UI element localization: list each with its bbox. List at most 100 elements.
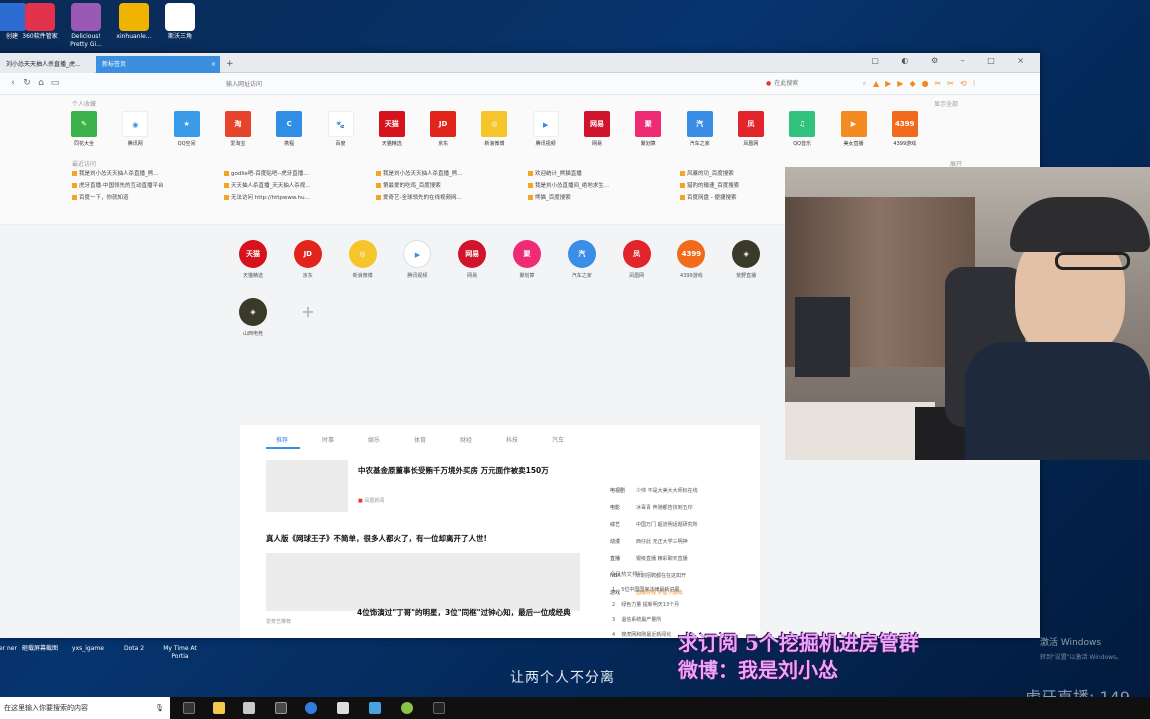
side-row[interactable]: 电影 冰毒青 奔驰都告找到五印 [610, 504, 693, 511]
favorite-site[interactable]: C 携程 [267, 111, 311, 147]
news-thumb[interactable] [266, 460, 348, 512]
desktop-icon[interactable]: 斯沃三角 [158, 3, 202, 41]
task-view-icon[interactable] [183, 702, 195, 714]
app-shortcut[interactable]: JD 京东 [283, 240, 333, 279]
app-shortcut[interactable]: 凤凤凰网 [612, 240, 662, 279]
news-tab[interactable]: 科技 [506, 435, 518, 444]
close-icon[interactable]: × [211, 56, 216, 73]
recent-item[interactable]: 百度一下，你就知道 [72, 193, 129, 201]
side-row[interactable]: 电视剧 少帅 不是大美大大师标在线 [610, 487, 698, 494]
favorite-site[interactable]: 凤凤凰网 [729, 111, 773, 147]
recent-item[interactable]: 第最爱的吃鸡_百度搜索 [376, 181, 441, 189]
app-shortcut[interactable]: ◎ 新浪微博 [338, 240, 388, 279]
app-shortcut[interactable]: 聚聚划算 [502, 240, 552, 279]
news-title-3[interactable]: 4位饰演过"丁哥"的明星，3位"同框"过钟心知，最后一位成经典 [357, 607, 577, 619]
favorite-site[interactable]: 天猫 天猫精选 [370, 111, 414, 147]
recent-item[interactable]: 百度网盘 - 便捷搜索 [680, 193, 736, 201]
search-engine-icon[interactable]: ● [766, 80, 771, 87]
app-shortcut[interactable]: 网易 网易 [447, 240, 497, 279]
hot-item[interactable]: 1 5位中国国家法律最新进展 [612, 586, 679, 593]
favorite-site[interactable]: 网易 网易 [575, 111, 619, 147]
favorite-site[interactable]: JD 京东 [421, 111, 465, 147]
app-icon[interactable] [369, 702, 381, 714]
news-tab[interactable]: 体育 [414, 435, 426, 444]
doc-icon[interactable] [337, 702, 349, 714]
tab-stream-label: 刘小怂天天抽人杀直播_虎... [6, 61, 81, 68]
desktop-icon[interactable]: yxs_igame [66, 645, 110, 653]
favorite-site[interactable]: ▶ 腾讯视频 [524, 111, 568, 147]
favorite-site[interactable]: ◉ 腾讯网 [113, 111, 157, 147]
news-title-2[interactable]: 真人版《网球王子》不简单，很多人都火了，有一位却离开了人世! [266, 533, 586, 545]
favorite-site[interactable]: ♫ QQ音乐 [780, 111, 824, 147]
side-row[interactable]: 直播 银级直播 精彩聊天直播 [610, 555, 688, 562]
tool-icon[interactable] [433, 702, 445, 714]
recent-item[interactable]: 无法访问 http://httpwww.hu... [224, 193, 310, 201]
search-input[interactable]: ● 在此搜索 ⌕ [766, 77, 866, 91]
extension-icons[interactable]: ▲▶▶◆●✂✂⟲⁝ [873, 79, 981, 88]
desktop-icon[interactable]: 砸载屏幕截图 [18, 645, 62, 653]
favorite-site[interactable]: 聚聚划算 [626, 111, 670, 147]
taskbar-search-input[interactable]: 在这里输入你要搜索的内容 🎙 [0, 697, 170, 719]
recent-item[interactable]: 熊猫_百度搜索 [528, 193, 571, 201]
app-shortcut[interactable]: ◈ 荒野直播 [721, 240, 771, 279]
news-tab[interactable]: 时事 [322, 435, 334, 444]
news-image-2[interactable] [266, 553, 580, 611]
show-all-link[interactable]: 显示全部 [934, 99, 958, 108]
recent-item[interactable]: 欢迎统计_熊猫直播 [528, 169, 582, 177]
tab-stream[interactable]: 刘小怂天天抽人杀直播_虎... [0, 56, 94, 73]
recent-item[interactable]: 我是刘小怂直播间_绝地求生... [528, 181, 609, 189]
mic-icon[interactable]: 🎙 [155, 697, 164, 719]
recent-item[interactable]: 天天抽人杀直播_天天抽人杀视... [224, 181, 311, 189]
address-input[interactable]: 输入网址访问 [226, 79, 262, 88]
hot-item[interactable]: 3 温信系统最产量所 [612, 616, 661, 623]
app-shortcut[interactable]: 4399 4399游戏 [666, 240, 716, 279]
file-explorer-icon[interactable] [213, 702, 225, 714]
back-icon[interactable]: ‹ [8, 78, 18, 88]
side-row[interactable]: 综艺 中国万门 超流明话题研究所 [610, 521, 698, 528]
recent-item[interactable]: 爱奇艺-全球领先的在线视频网... [376, 193, 462, 201]
app-shortcut[interactable]: 天猫 天猫精选 [228, 240, 278, 279]
favorite-site[interactable]: 淘爱淘宝 [216, 111, 260, 147]
game-icon[interactable] [401, 702, 413, 714]
favorite-site[interactable]: 4399 4399游戏 [883, 111, 927, 147]
recent-item[interactable]: godlie吧-百度贴吧--虎牙直播... [224, 169, 309, 177]
tab-new[interactable]: 新标签页 × [96, 56, 220, 73]
news-title-1[interactable]: 中农基金原董事长受贿千万境外买房 万元面作被卖150万 [358, 465, 568, 477]
recent-item[interactable]: 我是刘小怂天天抽人杀直播_熊... [376, 169, 463, 177]
reader-icon[interactable]: ▭ [50, 78, 60, 88]
news-tab[interactable]: 财经 [460, 435, 472, 444]
desktop-icon[interactable]: My Time At Portia [158, 645, 202, 661]
search-icon[interactable]: ⌕ [863, 77, 866, 91]
recent-item[interactable]: 风暴的功_百度搜索 [680, 169, 734, 177]
hot-item[interactable]: 4 搜虎网和刚最近新闻化 [612, 631, 671, 638]
window-controls[interactable]: ▢ ◐ ⚙ – □ × [871, 56, 1034, 65]
browser-task-icon[interactable] [305, 702, 317, 714]
recent-item[interactable]: 我是刘小怂天天抽人杀直播_熊... [72, 169, 159, 177]
app-shortcut[interactable]: ◈ 山西电竞 [228, 298, 278, 337]
desktop-icon[interactable]: Delicious! Pretty Gi... [64, 3, 108, 49]
favorite-site[interactable]: 🐾 百度 [319, 111, 363, 147]
favorite-site[interactable]: ▶ 美女直播 [832, 111, 876, 147]
favorite-site[interactable]: ★ QQ空间 [165, 111, 209, 147]
add-app-button[interactable]: + [283, 298, 333, 330]
desktop-icon[interactable]: 360软件管家 [18, 3, 62, 41]
recent-item[interactable]: 虎牙直播-中国领先的互动直播平台 [72, 181, 164, 189]
home-icon[interactable]: ⌂ [36, 78, 46, 88]
news-tab[interactable]: 推荐 [276, 435, 288, 444]
side-row[interactable]: 动漫 西仔此 无正大学三明神 [610, 538, 688, 545]
desktop-icon[interactable]: xinhuanle... [112, 3, 156, 41]
favorite-site[interactable]: ✎ 同花大全 [62, 111, 106, 147]
news-tab[interactable]: 汽车 [552, 435, 564, 444]
app-shortcut[interactable]: ▶ 腾讯视频 [392, 240, 442, 279]
hot-item[interactable]: 2 绿色力量 提新明天13个月 [612, 601, 679, 608]
favorite-site[interactable]: ◎ 新浪微博 [472, 111, 516, 147]
recent-item[interactable]: 猎豹的输速_百度搜索 [680, 181, 739, 189]
refresh-icon[interactable]: ↻ [22, 78, 32, 88]
mail-icon[interactable] [275, 702, 287, 714]
news-tab[interactable]: 娱乐 [368, 435, 380, 444]
store-icon[interactable] [243, 702, 255, 714]
app-shortcut[interactable]: 汽汽车之家 [557, 240, 607, 279]
favorite-site[interactable]: 汽汽车之家 [678, 111, 722, 147]
new-tab-button[interactable]: + [224, 56, 236, 73]
desktop-icon[interactable]: Dota 2 [112, 645, 156, 653]
